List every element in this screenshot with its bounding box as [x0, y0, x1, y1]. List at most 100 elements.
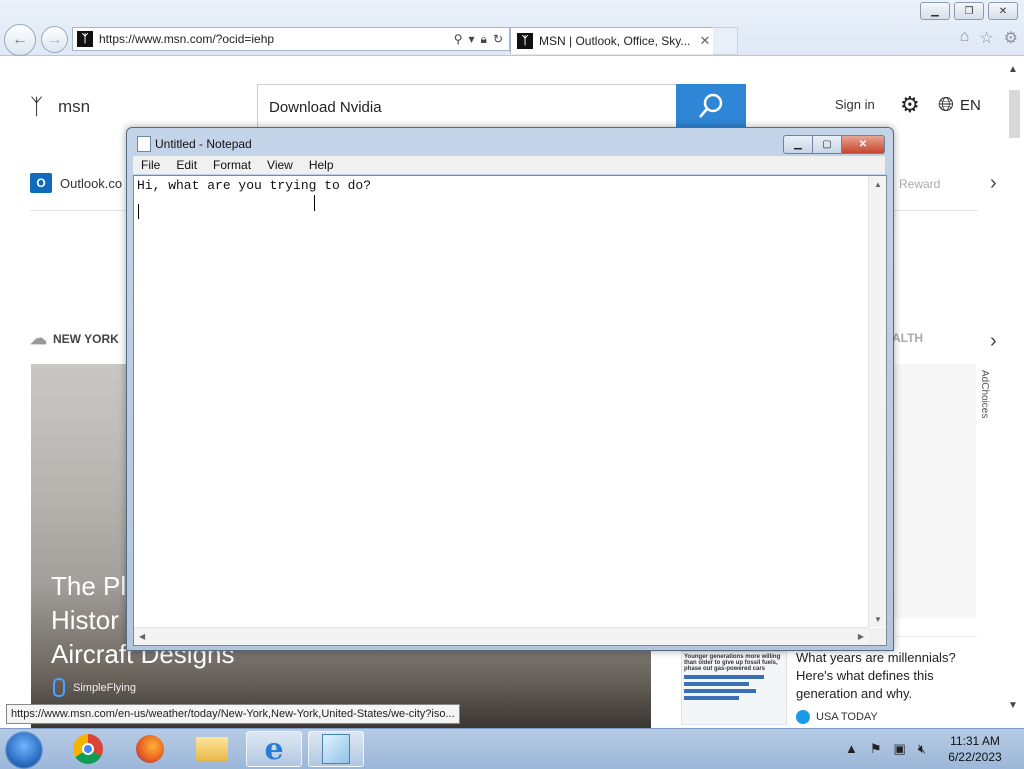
source-logo-icon [53, 678, 65, 697]
volume-muted-icon[interactable]: 🔇︎ [918, 741, 926, 757]
scroll-down-arrow-icon[interactable]: ▼ [1008, 700, 1018, 711]
rewards-link[interactable]: Reward [899, 177, 940, 191]
notepad-menubar: File Edit Format View Help [133, 156, 885, 174]
firefox-icon [136, 735, 164, 763]
ibeam-cursor-icon [314, 195, 321, 211]
taskbar-notepad[interactable] [308, 731, 364, 767]
taskbar-firefox[interactable] [122, 731, 178, 767]
address-bar[interactable]: ᛉ https://www.msn.com/?ocid=iehp ⚲ ▾ 🔒︎ … [72, 27, 510, 51]
outlook-link[interactable]: O Outlook.co [30, 173, 122, 193]
show-hidden-icons-arrow-icon[interactable]: ▲ [845, 741, 858, 757]
arrow-left-icon: ← [12, 31, 28, 48]
menu-format[interactable]: Format [205, 158, 259, 172]
search-query: Download Nvidia [269, 98, 382, 116]
search-button[interactable] [676, 84, 746, 128]
msn-favicon-icon: ᛉ [517, 33, 533, 49]
internet-explorer-icon: e [264, 731, 284, 767]
text-caret [138, 204, 139, 219]
language-selector[interactable]: 🌐︎ EN [938, 94, 981, 117]
hero-article-source: SimpleFlying [53, 678, 136, 697]
msn-favicon-icon: ᛉ [77, 31, 93, 47]
favorites-star-icon[interactable]: ☆ [979, 28, 993, 48]
network-icon[interactable]: ▣ [894, 741, 906, 757]
notepad-content: Hi, what are you trying to do? [137, 178, 372, 193]
news-card-source: USA TODAY [796, 710, 878, 724]
scroll-up-arrow-icon[interactable]: ▲ [1008, 64, 1018, 75]
thumbnail-caption: Younger generations more willing than ol… [684, 654, 781, 672]
taskbar-internet-explorer[interactable]: e [246, 731, 302, 767]
notepad-app-icon [137, 136, 151, 152]
msn-brand-text: msn [58, 97, 91, 116]
notepad-vertical-scrollbar[interactable]: ▲ ▼ [868, 176, 886, 627]
folder-icon [196, 737, 228, 761]
tab-close-icon[interactable]: ✕ [697, 33, 713, 49]
new-tab-button[interactable] [713, 27, 738, 55]
menu-edit[interactable]: Edit [168, 158, 205, 172]
address-url[interactable]: https://www.msn.com/?ocid=iehp [99, 32, 454, 46]
hero-source-label: SimpleFlying [73, 681, 136, 694]
browser-toolbar: ▁ ❐ ✕ ← → ᛉ https://www.msn.com/?ocid=ie… [0, 0, 1024, 56]
news-card-source-label: USA TODAY [816, 711, 878, 723]
notepad-icon [322, 734, 350, 764]
notepad-titlebar[interactable]: Untitled - Notepad ▁ ▢ ✕ [127, 128, 893, 158]
notepad-horizontal-scrollbar[interactable]: ◀ ▶ [134, 627, 869, 645]
menu-view[interactable]: View [259, 158, 301, 172]
msn-butterfly-icon: ᛉ [30, 94, 44, 119]
search-input[interactable]: Download Nvidia [257, 84, 678, 130]
scroll-left-arrow-icon[interactable]: ◀ [139, 632, 145, 641]
lock-icon[interactable]: 🔒︎ [481, 32, 487, 47]
tab-title: MSN | Outlook, Office, Sky... [539, 34, 691, 48]
system-tray: ▲ ⚑ ▣ 🔇︎ [845, 741, 926, 757]
chevron-right-icon[interactable]: › [990, 330, 997, 353]
sign-in-link[interactable]: Sign in [835, 97, 875, 112]
gear-icon[interactable]: ⚙ [900, 92, 920, 118]
dropdown-icon[interactable]: ▾ [469, 32, 475, 47]
system-clock[interactable]: 11:31 AM 6/22/2023 [940, 733, 1010, 765]
menu-file[interactable]: File [133, 158, 168, 172]
notepad-title: Untitled - Notepad [155, 137, 252, 151]
browser-minimize-button[interactable]: ▁ [920, 2, 950, 20]
resize-grip[interactable] [869, 628, 886, 645]
start-button[interactable] [5, 731, 43, 769]
health-nav-label[interactable]: ALTH [892, 331, 923, 345]
globe-icon: 🌐︎ [938, 94, 954, 116]
thumbnail-bar [684, 689, 756, 693]
settings-gear-icon[interactable]: ⚙ [1004, 28, 1018, 48]
search-icon [699, 93, 723, 118]
language-label: EN [960, 97, 981, 114]
browser-close-button[interactable]: ✕ [988, 2, 1018, 20]
chevron-right-icon[interactable]: › [990, 172, 997, 195]
browser-tab-msn[interactable]: ᛉ MSN | Outlook, Office, Sky... ✕ [510, 27, 714, 54]
scroll-right-arrow-icon[interactable]: ▶ [858, 632, 864, 641]
taskbar-chrome[interactable] [60, 731, 116, 767]
adchoices-link[interactable]: AdChoices [979, 370, 990, 418]
taskbar-file-explorer[interactable] [184, 731, 240, 767]
scroll-up-arrow-icon[interactable]: ▲ [874, 180, 882, 189]
news-card-title[interactable]: What years are millennials? Here's what … [796, 649, 972, 703]
notepad-text-area[interactable]: Hi, what are you trying to do? ▲ ▼ ◀ ▶ [133, 175, 887, 646]
scroll-down-arrow-icon[interactable]: ▼ [874, 615, 882, 624]
action-center-flag-icon[interactable]: ⚑ [870, 741, 882, 757]
notepad-window: Untitled - Notepad ▁ ▢ ✕ File Edit Forma… [126, 127, 894, 651]
msn-logo[interactable]: ᛉ msn [30, 94, 90, 120]
thumbnail-bar [684, 682, 749, 686]
notepad-close-button[interactable]: ✕ [842, 135, 885, 154]
browser-window-controls: ▁ ❐ ✕ [920, 2, 1018, 20]
refresh-icon[interactable]: ↻ [493, 32, 503, 47]
menu-help[interactable]: Help [301, 158, 342, 172]
outlook-icon: O [30, 173, 52, 193]
weather-location[interactable]: ☁ NEW YORK [30, 329, 119, 349]
notepad-minimize-button[interactable]: ▁ [783, 135, 813, 154]
back-button[interactable]: ← [4, 24, 36, 56]
cloud-icon: ☁ [30, 329, 47, 348]
weather-location-label: NEW YORK [53, 332, 119, 346]
browser-restore-button[interactable]: ❐ [954, 2, 984, 20]
forward-button[interactable]: → [41, 26, 68, 53]
thumbnail-bar [684, 696, 739, 700]
usa-today-logo-icon [796, 710, 810, 724]
search-icon[interactable]: ⚲ [454, 32, 463, 47]
page-scrollbar-thumb[interactable] [1009, 90, 1020, 138]
chrome-icon [73, 734, 103, 764]
home-icon[interactable]: ⌂ [960, 28, 970, 48]
notepad-maximize-button[interactable]: ▢ [813, 135, 842, 154]
